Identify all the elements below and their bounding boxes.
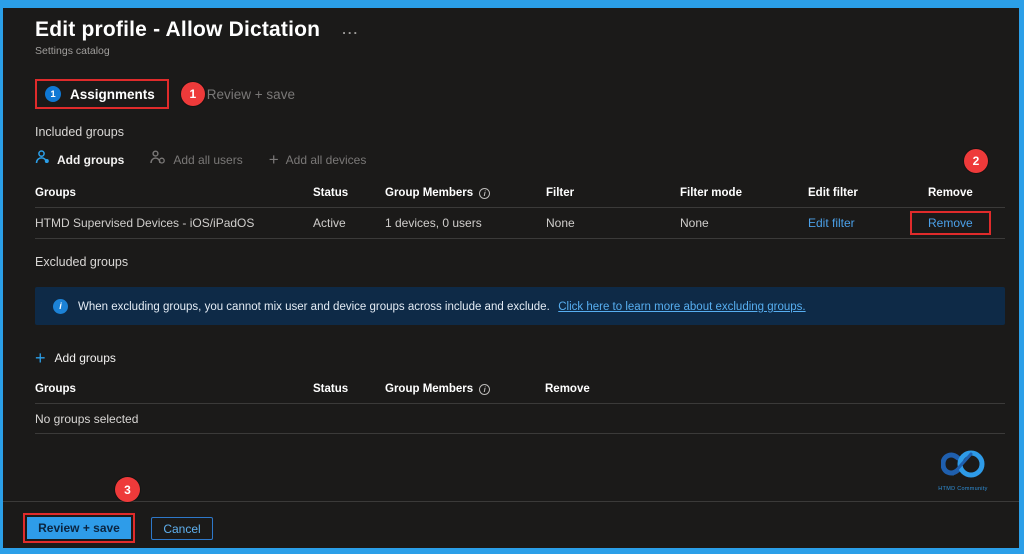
annotation-box-assignments: 1 Assignments bbox=[35, 79, 169, 109]
add-all-devices-label: Add all devices bbox=[285, 152, 367, 167]
edit-profile-pane: Edit profile - Allow Dictation ... Setti… bbox=[3, 8, 1019, 548]
empty-state-row: No groups selected bbox=[35, 404, 1005, 434]
wizard-steps: 1 Assignments 1 Review + save bbox=[35, 79, 1005, 109]
col-status: Status bbox=[313, 187, 349, 199]
screenshot-frame: Edit profile - Allow Dictation ... Setti… bbox=[0, 0, 1024, 554]
col-edit-filter: Edit filter bbox=[808, 187, 858, 199]
tab-assignments[interactable]: Assignments bbox=[70, 87, 155, 102]
col-group-members: Group Members i bbox=[385, 183, 546, 207]
htmd-logo-icon bbox=[940, 450, 985, 478]
col-remove: Remove bbox=[545, 383, 590, 395]
add-all-devices-button[interactable]: + Add all devices bbox=[268, 149, 367, 169]
filter-cell: None bbox=[546, 216, 575, 230]
included-groups-heading: Included groups bbox=[35, 125, 124, 139]
annotation-box-review-save: Review + save bbox=[23, 513, 135, 543]
more-options-icon[interactable]: ... bbox=[342, 22, 359, 37]
filter-mode-cell: None bbox=[680, 216, 709, 230]
annotation-box-remove: Remove bbox=[910, 211, 991, 235]
group-name-cell: HTMD Supervised Devices - iOS/iPadOS bbox=[35, 216, 255, 230]
people-icon bbox=[150, 150, 166, 169]
plus-icon: + bbox=[268, 149, 279, 169]
add-person-icon bbox=[35, 150, 50, 169]
excluded-groups-table: Groups Status Group Members i Remove No … bbox=[35, 379, 1005, 434]
col-filter-mode: Filter mode bbox=[680, 187, 742, 199]
col-remove: Remove bbox=[928, 187, 973, 199]
footer-bar: 3 Review + save Cancel bbox=[3, 477, 1019, 548]
add-all-users-label: Add all users bbox=[173, 152, 243, 167]
col-groups: Groups bbox=[35, 383, 76, 395]
annotation-badge-2: 2 bbox=[964, 149, 988, 173]
group-members-cell: 1 devices, 0 users bbox=[385, 216, 482, 230]
info-icon: i bbox=[53, 298, 68, 314]
excluded-table-header: Groups Status Group Members i Remove bbox=[35, 379, 1005, 404]
learn-more-link[interactable]: Click here to learn more about excluding… bbox=[558, 301, 805, 313]
included-groups-table: 2 Groups Status Group Members i Filter F… bbox=[35, 149, 1005, 239]
excluded-groups-heading: Excluded groups bbox=[35, 255, 129, 269]
htmd-community-logo: HTMD Community bbox=[937, 450, 989, 492]
add-all-users-button[interactable]: Add all users bbox=[150, 150, 243, 169]
status-cell: Active bbox=[313, 216, 346, 230]
page-subtitle: Settings catalog bbox=[35, 45, 110, 57]
annotation-badge-3: 3 bbox=[115, 477, 140, 502]
col-groups: Groups bbox=[35, 187, 76, 199]
plus-icon: + bbox=[35, 348, 46, 368]
step-number-icon: 1 bbox=[45, 86, 61, 102]
review-save-button[interactable]: Review + save bbox=[27, 517, 131, 539]
included-table-header: Groups Status Group Members i Filter Fil… bbox=[35, 183, 1005, 208]
add-groups-button[interactable]: Add groups bbox=[35, 150, 124, 169]
page-title: Edit profile - Allow Dictation bbox=[35, 18, 321, 41]
edit-filter-link[interactable]: Edit filter bbox=[808, 216, 855, 230]
annotation-badge-1: 1 bbox=[180, 82, 205, 106]
info-icon: i bbox=[479, 187, 491, 199]
col-status: Status bbox=[313, 383, 349, 395]
no-groups-selected-text: No groups selected bbox=[35, 411, 139, 426]
included-groups-toolbar: Add groups Add all users + Add all devic… bbox=[35, 150, 1005, 169]
col-filter: Filter bbox=[546, 187, 575, 199]
col-group-members: Group Members i bbox=[385, 379, 545, 403]
logo-caption: HTMD Community bbox=[938, 486, 988, 492]
table-row: HTMD Supervised Devices - iOS/iPadOS Act… bbox=[35, 208, 1005, 239]
info-icon: i bbox=[479, 383, 491, 395]
cancel-button[interactable]: Cancel bbox=[151, 517, 213, 540]
tab-review-save[interactable]: Review + save bbox=[207, 87, 295, 102]
add-groups-label: Add groups bbox=[57, 152, 125, 167]
info-banner-text: When excluding groups, you cannot mix us… bbox=[78, 301, 550, 313]
remove-link[interactable]: Remove bbox=[928, 216, 973, 230]
exclusion-info-banner: i When excluding groups, you cannot mix … bbox=[35, 287, 1005, 325]
excluded-add-groups-label: Add groups bbox=[54, 351, 116, 365]
excluded-add-groups-button[interactable]: + Add groups bbox=[35, 348, 1005, 368]
